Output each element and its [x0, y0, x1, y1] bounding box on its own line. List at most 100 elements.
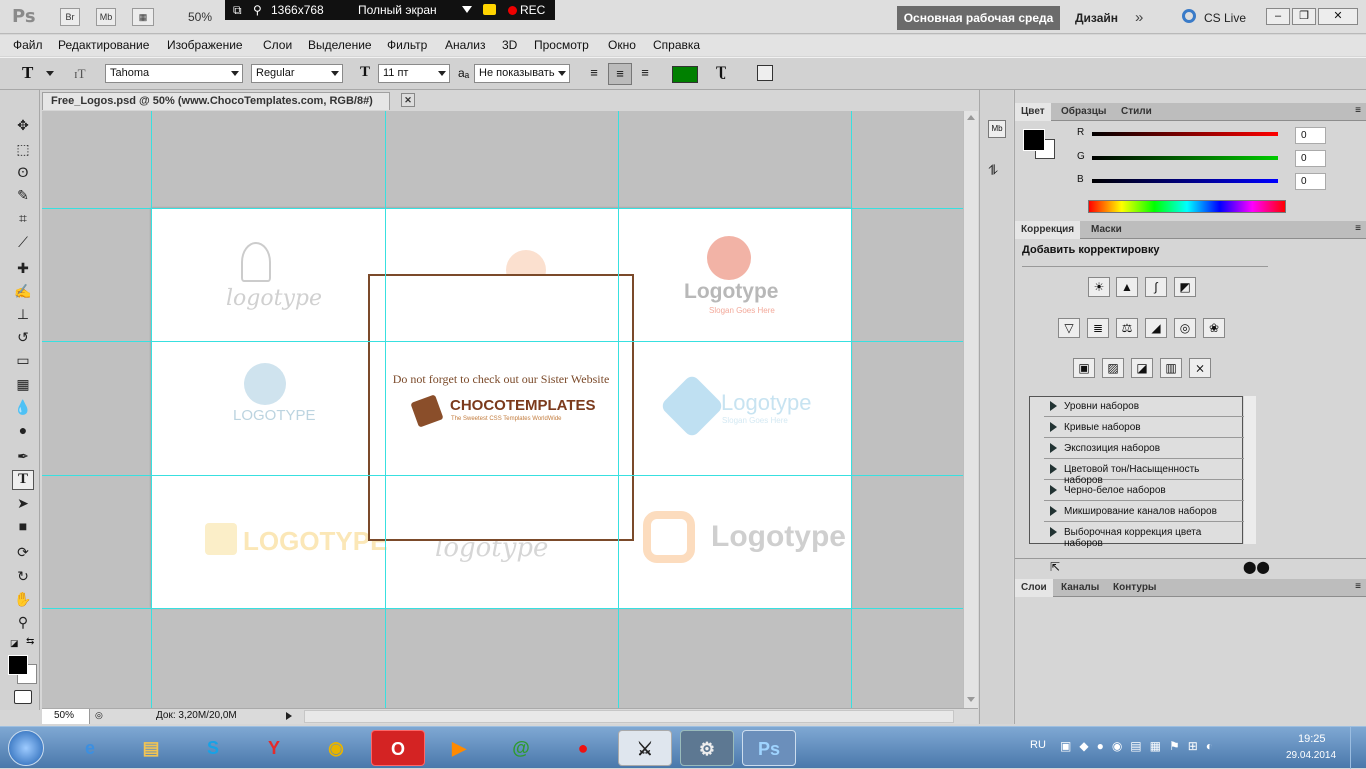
- swap-colors-icon[interactable]: ⇆: [26, 636, 34, 647]
- b-value[interactable]: 0: [1295, 173, 1326, 190]
- show-desktop-button[interactable]: [1350, 727, 1366, 769]
- levels-icon[interactable]: ▲: [1116, 277, 1138, 297]
- history-brush-tool-icon[interactable]: ↺: [12, 327, 34, 347]
- foreground-color-swatch[interactable]: [8, 655, 28, 675]
- threshold-icon[interactable]: ◪: [1131, 358, 1153, 378]
- dodge-tool-icon[interactable]: ●: [12, 420, 34, 440]
- marquee-tool-icon[interactable]: ⬚: [12, 139, 34, 159]
- document-tab[interactable]: Free_Logos.psd @ 50% (www.ChocoTemplates…: [42, 92, 415, 110]
- selective-color-icon[interactable]: ⨯: [1189, 358, 1211, 378]
- channel-mixer-icon[interactable]: ❀: [1203, 318, 1225, 338]
- restore-button[interactable]: ❐: [1292, 8, 1316, 25]
- status-zoom[interactable]: 50%: [42, 709, 90, 724]
- menu-analysis[interactable]: Анализ: [445, 38, 486, 52]
- font-family-select[interactable]: Tahoma: [105, 64, 243, 83]
- brush-tool-icon[interactable]: ✍: [12, 281, 34, 301]
- type-tool-icon[interactable]: T: [12, 470, 34, 490]
- history-panel-icon[interactable]: ⥮: [988, 162, 1006, 180]
- media-player-icon[interactable]: ▶: [432, 730, 486, 766]
- type-tool-preset-icon[interactable]: T: [22, 63, 33, 83]
- g-value[interactable]: 0: [1295, 150, 1326, 167]
- panel-menu-icon[interactable]: ≡: [1355, 581, 1361, 592]
- view-extras-button[interactable]: ▦: [132, 8, 154, 26]
- eyedropper-tool-icon[interactable]: ⟋: [12, 232, 34, 252]
- crop-tool-icon[interactable]: ⌗: [12, 208, 34, 228]
- status-menu-icon[interactable]: [286, 712, 292, 720]
- foreground-color-swatch[interactable]: [1023, 129, 1045, 151]
- menu-filter[interactable]: Фильтр: [387, 38, 427, 52]
- warp-text-icon[interactable]: Ʈ: [716, 64, 726, 81]
- close-button[interactable]: ✕: [1318, 8, 1358, 25]
- skype-icon[interactable]: S: [186, 730, 240, 766]
- counter-strike-icon[interactable]: ⚔: [618, 730, 672, 766]
- list-item[interactable]: Микширование каналов наборов: [1044, 502, 1256, 522]
- clock-time[interactable]: 19:25: [1298, 733, 1326, 745]
- hue-saturation-icon[interactable]: ≣: [1087, 318, 1109, 338]
- menu-select[interactable]: Выделение: [308, 38, 372, 52]
- menu-layers[interactable]: Слои: [263, 38, 292, 52]
- panel-menu-icon[interactable]: ≡: [1355, 223, 1361, 234]
- character-panel-icon[interactable]: [757, 65, 773, 81]
- clock-date[interactable]: 29.04.2014: [1286, 750, 1336, 761]
- quick-select-tool-icon[interactable]: ✎: [12, 185, 34, 205]
- text-color-swatch[interactable]: [672, 66, 698, 83]
- chrome-icon[interactable]: ◉: [309, 730, 363, 766]
- menu-image[interactable]: Изображение: [167, 38, 243, 52]
- list-item[interactable]: Кривые наборов: [1044, 418, 1256, 438]
- vibrance-icon[interactable]: ▽: [1058, 318, 1080, 338]
- scroll-down-icon[interactable]: [967, 697, 975, 702]
- status-info-icon[interactable]: ◎: [95, 710, 103, 721]
- exposure-icon[interactable]: ◩: [1174, 277, 1196, 297]
- tab-layers[interactable]: Слои: [1015, 579, 1053, 597]
- canvas-area[interactable]: logotype Logotype Slogan Goes Here LOGOT…: [42, 111, 963, 708]
- color-spectrum[interactable]: [1088, 200, 1286, 213]
- camera-icon[interactable]: [483, 4, 496, 15]
- promo-box[interactable]: Do not forget to check out our Sister We…: [368, 274, 634, 541]
- menu-file[interactable]: Файл: [13, 38, 43, 52]
- zoom-level[interactable]: 50%: [188, 10, 212, 24]
- menu-help[interactable]: Справка: [653, 38, 700, 52]
- tab-color[interactable]: Цвет: [1015, 103, 1051, 121]
- return-to-list-icon[interactable]: ⇱: [1050, 560, 1060, 574]
- r-slider[interactable]: [1092, 132, 1278, 136]
- system-tray-icons[interactable]: ▣◆●◉▤▦⚑⊞◐: [1060, 739, 1221, 753]
- steam-icon[interactable]: ⚙: [680, 730, 734, 766]
- horizontal-scrollbar[interactable]: [304, 710, 954, 723]
- menu-window[interactable]: Окно: [608, 38, 636, 52]
- hand-tool-icon[interactable]: ✋: [12, 589, 34, 609]
- 3d-rotate-tool-icon[interactable]: ⟳: [12, 542, 34, 562]
- recorder-app-icon[interactable]: ●: [556, 730, 610, 766]
- b-slider[interactable]: [1092, 179, 1278, 183]
- close-tab-icon[interactable]: ✕: [401, 93, 415, 107]
- clip-to-layer-icon[interactable]: ⬤⬤: [1243, 560, 1270, 574]
- photo-filter-icon[interactable]: ◎: [1174, 318, 1196, 338]
- menu-edit[interactable]: Редактирование: [58, 38, 149, 52]
- default-colors-icon[interactable]: ◪: [10, 638, 19, 649]
- opera-icon[interactable]: O: [371, 730, 425, 766]
- menu-3d[interactable]: 3D: [502, 38, 517, 52]
- brightness-icon[interactable]: ☀: [1088, 277, 1110, 297]
- workspace-button[interactable]: Основная рабочая среда: [897, 6, 1060, 30]
- tab-swatches[interactable]: Образцы: [1055, 103, 1112, 121]
- rec-label[interactable]: REC: [520, 3, 545, 17]
- align-right-icon[interactable]: ≡: [636, 65, 654, 83]
- invert-icon[interactable]: ▣: [1073, 358, 1095, 378]
- internet-explorer-icon[interactable]: e: [63, 730, 117, 766]
- curves-icon[interactable]: ∫: [1145, 277, 1167, 297]
- text-orientation-icon[interactable]: ɪT: [74, 66, 86, 82]
- rectangle-tool-icon[interactable]: ■: [12, 516, 34, 536]
- color-balance-icon[interactable]: ⚖: [1116, 318, 1138, 338]
- zoom-tool-icon[interactable]: ⚲: [12, 612, 34, 632]
- move-tool-icon[interactable]: ✥: [12, 115, 34, 135]
- align-center-icon[interactable]: ≡: [608, 63, 632, 85]
- gradient-tool-icon[interactable]: ▦: [12, 374, 34, 394]
- path-select-tool-icon[interactable]: ➤: [12, 493, 34, 513]
- minimize-button[interactable]: –: [1266, 8, 1290, 25]
- align-left-icon[interactable]: ≡: [585, 65, 603, 83]
- eraser-tool-icon[interactable]: ▭: [12, 350, 34, 370]
- pen-tool-icon[interactable]: ✒: [12, 446, 34, 466]
- tab-channels[interactable]: Каналы: [1055, 579, 1105, 597]
- black-white-icon[interactable]: ◢: [1145, 318, 1167, 338]
- yandex-icon[interactable]: Y: [247, 730, 301, 766]
- tab-styles[interactable]: Стили: [1115, 103, 1158, 121]
